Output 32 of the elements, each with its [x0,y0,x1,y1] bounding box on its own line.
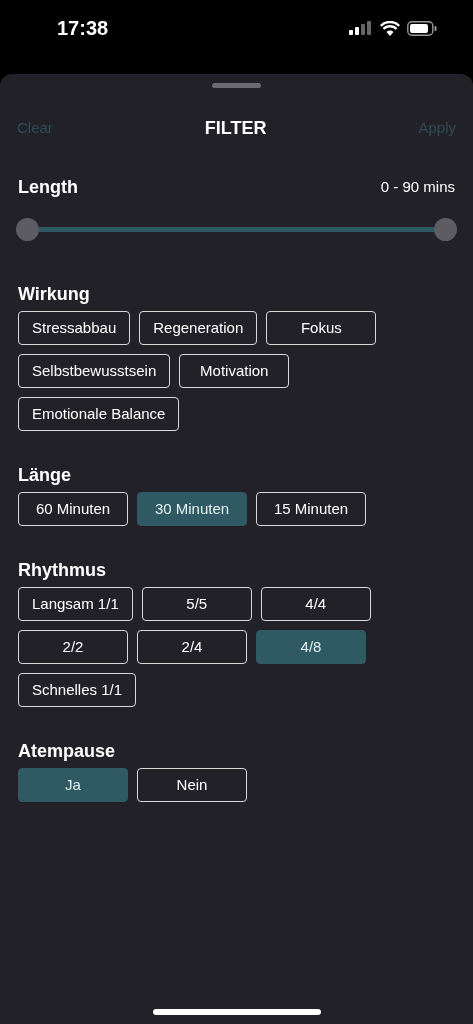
section-heading: Length [18,176,78,199]
drag-handle[interactable] [212,83,261,88]
filter-chip[interactable]: Nein [137,768,247,802]
filter-chip[interactable]: 5/5 [141,587,252,621]
filter-chip[interactable]: 4/8 [256,630,366,664]
range-reading: 0 - 90 mins [380,177,455,198]
filter-chip[interactable]: 2/2 [18,630,128,664]
section-heading: Atempause [18,740,117,762]
wifi-icon [380,20,400,36]
filter-chip[interactable]: Motivation [179,354,290,388]
filter-chip[interactable]: 2/4 [137,630,247,664]
filter-chip[interactable]: 4/4 [260,587,371,621]
section-heading: Rhythmus [18,559,107,581]
filter-chip[interactable]: Emotionale Balance [18,397,180,431]
filter-chip[interactable]: Ja [18,768,128,802]
section-heading: Länge [18,464,72,486]
filter-chip[interactable]: Schnelles 1/1 [18,673,137,707]
slider-thumb[interactable] [434,217,457,241]
slider-thumb[interactable] [16,217,39,241]
section-heading: Wirkung [18,283,91,305]
filter-chip[interactable]: Selbstbewusstsein [18,354,171,388]
filter-chip[interactable]: Regeneration [139,311,258,345]
sheet-title: FILTER [204,116,267,140]
filter-chip[interactable]: Stressabbau [18,311,131,345]
status-time: 17:38 [57,16,109,41]
filter-chip[interactable]: 60 Minuten [18,492,128,526]
filter-chip[interactable]: Langsam 1/1 [18,587,133,621]
signal-icon [349,21,373,35]
filter-chip[interactable]: Fokus [266,311,377,345]
battery-icon [407,20,437,36]
filter-chip[interactable]: 15 Minuten [256,492,366,526]
filter-chip[interactable]: 30 Minuten [137,492,247,526]
